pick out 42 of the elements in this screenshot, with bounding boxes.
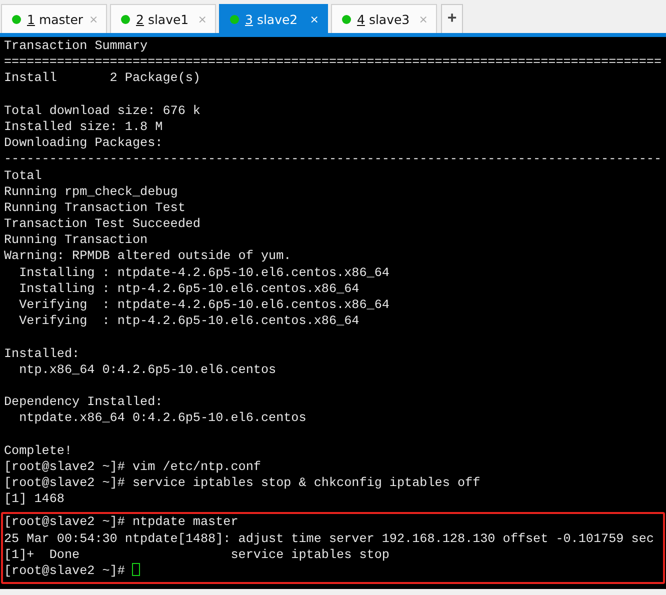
terminal-line: Dependency Installed: <box>4 394 164 410</box>
terminal-line: ======================================================================================= <box>4 54 663 70</box>
terminal-line: Total <box>4 168 43 184</box>
status-dot-icon <box>121 14 130 24</box>
terminal-line: Running rpm_check_debug <box>4 184 179 200</box>
status-dot-icon <box>342 14 351 24</box>
terminal-tab[interactable]: 3 slave2 × <box>219 4 328 33</box>
terminal-tab[interactable]: 2 slave1 × <box>110 4 216 33</box>
terminal-line: Transaction Summary <box>4 38 149 54</box>
terminal-line: Total download size: 676 k <box>4 102 202 119</box>
terminal-tab[interactable]: 4 slave3 × <box>331 4 437 33</box>
terminal-line: Running Transaction <box>4 232 149 248</box>
status-dot-icon <box>230 14 239 24</box>
terminal-line: --------------------------------------------------------------------------------------- <box>4 151 663 168</box>
terminal-line: Installing : ntp-4.2.6p5-10.el6.centos.x86_64 <box>18 280 360 297</box>
new-tab-button[interactable]: + <box>441 4 463 33</box>
close-icon[interactable]: × <box>198 12 207 26</box>
status-dot-icon <box>12 14 21 24</box>
terminal-line: ntpdate.x86_64 0:4.2.6p5-10.el6.centos <box>18 410 308 426</box>
close-icon[interactable]: × <box>89 12 98 26</box>
terminal-line: Warning: RPMDB altered outside of yum. <box>4 248 292 265</box>
terminal-line: [1] 1468 <box>4 491 66 508</box>
terminal-line: [root@slave2 ~]# vim /etc/ntp.conf <box>4 458 262 476</box>
terminal-line: 25 Mar 00:54:30 ntpdate[1488]: adjust time server 192.168.128.130 offset -0.101759 sec <box>4 532 654 546</box>
terminal-line: [1]+ Done service iptables stop <box>4 548 390 562</box>
terminal-line: Complete! <box>4 442 74 459</box>
terminal-line: ntp.x86_64 0:4.2.6p5-10.el6.centos <box>18 362 278 378</box>
terminal-line: Verifying : ntpdate-4.2.6p5-10.el6.centos.x86_64 <box>18 297 390 314</box>
terminal-line: Running Transaction Test <box>4 200 186 216</box>
terminal-line: Downloading Packages: <box>4 135 164 152</box>
terminal-line: [root@slave2 ~]# service iptables stop & chkconfig iptables off <box>4 475 482 492</box>
terminal-tab[interactable]: 1 master × <box>1 4 107 33</box>
terminal-line: [root@slave2 ~]# <box>4 564 126 578</box>
terminal-line: Verifying : ntp-4.2.6p5-10.el6.centos.x86_64 <box>18 313 360 330</box>
close-icon[interactable]: × <box>310 12 319 26</box>
terminal-line: Install 2 Package(s) <box>4 70 202 87</box>
terminal-line: Installing : ntpdate-4.2.6p5-10.el6.centos.x86_64 <box>18 264 390 281</box>
close-icon[interactable]: × <box>418 12 428 26</box>
terminal-line: Installed size: 1.8 M <box>4 118 164 136</box>
terminal-line: Transaction Test Succeeded <box>4 216 202 232</box>
terminal-line: Installed: <box>4 346 81 362</box>
terminal-line: [root@slave2 ~]# ntpdate master <box>4 515 238 530</box>
